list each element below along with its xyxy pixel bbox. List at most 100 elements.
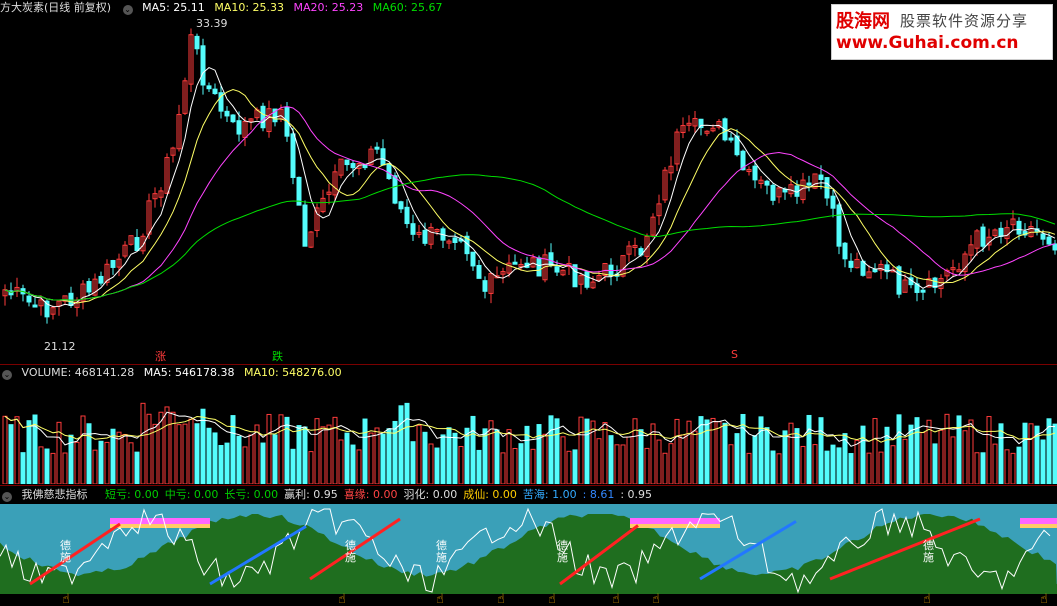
high-price-label: 33.39: [196, 17, 228, 30]
indicator-char-mark: 施: [923, 551, 934, 564]
chevron-down-icon[interactable]: ⌄: [2, 370, 12, 380]
candle-body: [194, 35, 200, 50]
volume-bar: [866, 452, 872, 484]
candle-body: [554, 266, 560, 273]
volume-header: ⌄ VOLUME: 468141.28 MA5: 546178.38 MA10:…: [0, 365, 348, 381]
volume-bar: [362, 418, 368, 484]
indicator-chart[interactable]: ☝ ☝ ☝ ☝ ☝ ☝ ☝ ☝ ☝德施德施德施德施德施: [0, 504, 1057, 606]
indicator-char-mark: 施: [436, 551, 447, 564]
volume-bar: [770, 450, 776, 484]
candle-body: [302, 204, 308, 247]
hand-pointer-icon: ☝: [497, 592, 505, 606]
volume-bar: [458, 446, 464, 484]
volume-bar: [968, 419, 974, 484]
candle-body: [764, 180, 770, 186]
volume-bar: [92, 449, 98, 484]
volume-bar: [980, 452, 986, 484]
volume-bar: [512, 447, 518, 484]
candle-body: [410, 223, 416, 235]
volume-value: VOLUME: 468141.28: [21, 366, 135, 379]
indicator-top-band: [110, 518, 210, 524]
volume-bar: [380, 433, 386, 484]
volume-bar: [608, 435, 614, 484]
volume-bar: [482, 428, 488, 484]
hand-pointer-icon: ☝: [612, 592, 620, 606]
volume-bar: [356, 449, 362, 484]
indicator-char-mark: 德: [436, 538, 447, 552]
indicator-legend-item: 喜缘: 0.00: [343, 488, 398, 501]
volume-bar: [272, 434, 278, 484]
chevron-down-icon[interactable]: ⌄: [2, 492, 12, 502]
candle-body: [68, 292, 74, 307]
volume-bar: [698, 416, 704, 484]
volume-bar: [86, 423, 92, 484]
candle-body: [200, 45, 206, 86]
volume-bar: [62, 452, 68, 484]
volume-bar: [854, 439, 860, 484]
volume-bar: [2, 415, 8, 484]
indicator-top-band: [630, 518, 720, 524]
candle-body: [770, 184, 776, 201]
hand-pointer-icon: ☝: [62, 592, 70, 606]
hand-pointer-icon: ☝: [652, 592, 660, 606]
volume-bar: [758, 416, 764, 484]
candle-body: [362, 164, 368, 169]
volume-bar: [776, 453, 782, 484]
candle-body: [476, 264, 482, 279]
volume-bar: [284, 416, 290, 484]
volume-bar: [302, 426, 308, 484]
volume-bar: [506, 429, 512, 484]
volume-bar: [98, 440, 104, 484]
volume-ma5: MA5: 546178.38: [143, 366, 235, 379]
volume-bar: [782, 430, 788, 484]
candle-body: [584, 271, 590, 288]
candle-body: [212, 88, 218, 95]
hand-pointer-icon: ☝: [338, 592, 346, 606]
candle-body: [1052, 243, 1057, 251]
hand-pointer-icon: ☝: [436, 592, 444, 606]
volume-bar: [1022, 422, 1028, 484]
volume-bar: [122, 433, 128, 484]
indicator-name[interactable]: 我佛慈悲指标: [22, 488, 88, 501]
signal-s-mark: S: [731, 348, 738, 361]
signal-down-mark: 跌: [272, 350, 283, 363]
volume-bar: [734, 433, 740, 484]
volume-bar: [50, 452, 56, 484]
volume-bar: [974, 452, 980, 484]
candle-body: [260, 105, 266, 129]
volume-bar: [386, 428, 392, 484]
candle-body: [344, 159, 350, 166]
volume-bar: [878, 451, 884, 484]
candle-body: [482, 280, 488, 292]
indicator-char-mark: 德: [557, 538, 568, 552]
candlestick-chart[interactable]: [0, 0, 1057, 364]
indicator-legend-item: 赢利: 0.95: [284, 488, 338, 501]
volume-bar: [1040, 439, 1046, 484]
volume-bar: [1028, 423, 1034, 484]
volume-bar: [716, 421, 722, 484]
volume-bar: [566, 450, 572, 484]
volume-bar: [590, 420, 596, 484]
volume-bar: [26, 420, 32, 484]
volume-bar: [920, 432, 926, 484]
volume-bar: [44, 448, 50, 484]
candle-body: [374, 146, 380, 150]
volume-chart[interactable]: [0, 380, 1057, 484]
volume-bar: [644, 447, 650, 484]
volume-bar: [686, 420, 692, 484]
volume-bar: [296, 425, 302, 484]
volume-bar: [398, 405, 404, 484]
candle-body: [470, 251, 476, 267]
signal-up-mark: 涨: [155, 350, 166, 363]
volume-bar: [824, 450, 830, 484]
hand-pointer-icon: ☝: [548, 592, 556, 606]
volume-bar: [470, 415, 476, 484]
volume-bar: [542, 433, 548, 484]
volume-bar: [662, 452, 668, 484]
candle-body: [860, 260, 866, 276]
volume-bar: [746, 452, 752, 484]
candle-body: [452, 237, 458, 243]
candle-body: [1046, 236, 1052, 245]
volume-bar: [326, 424, 332, 484]
volume-bar: [314, 418, 320, 484]
